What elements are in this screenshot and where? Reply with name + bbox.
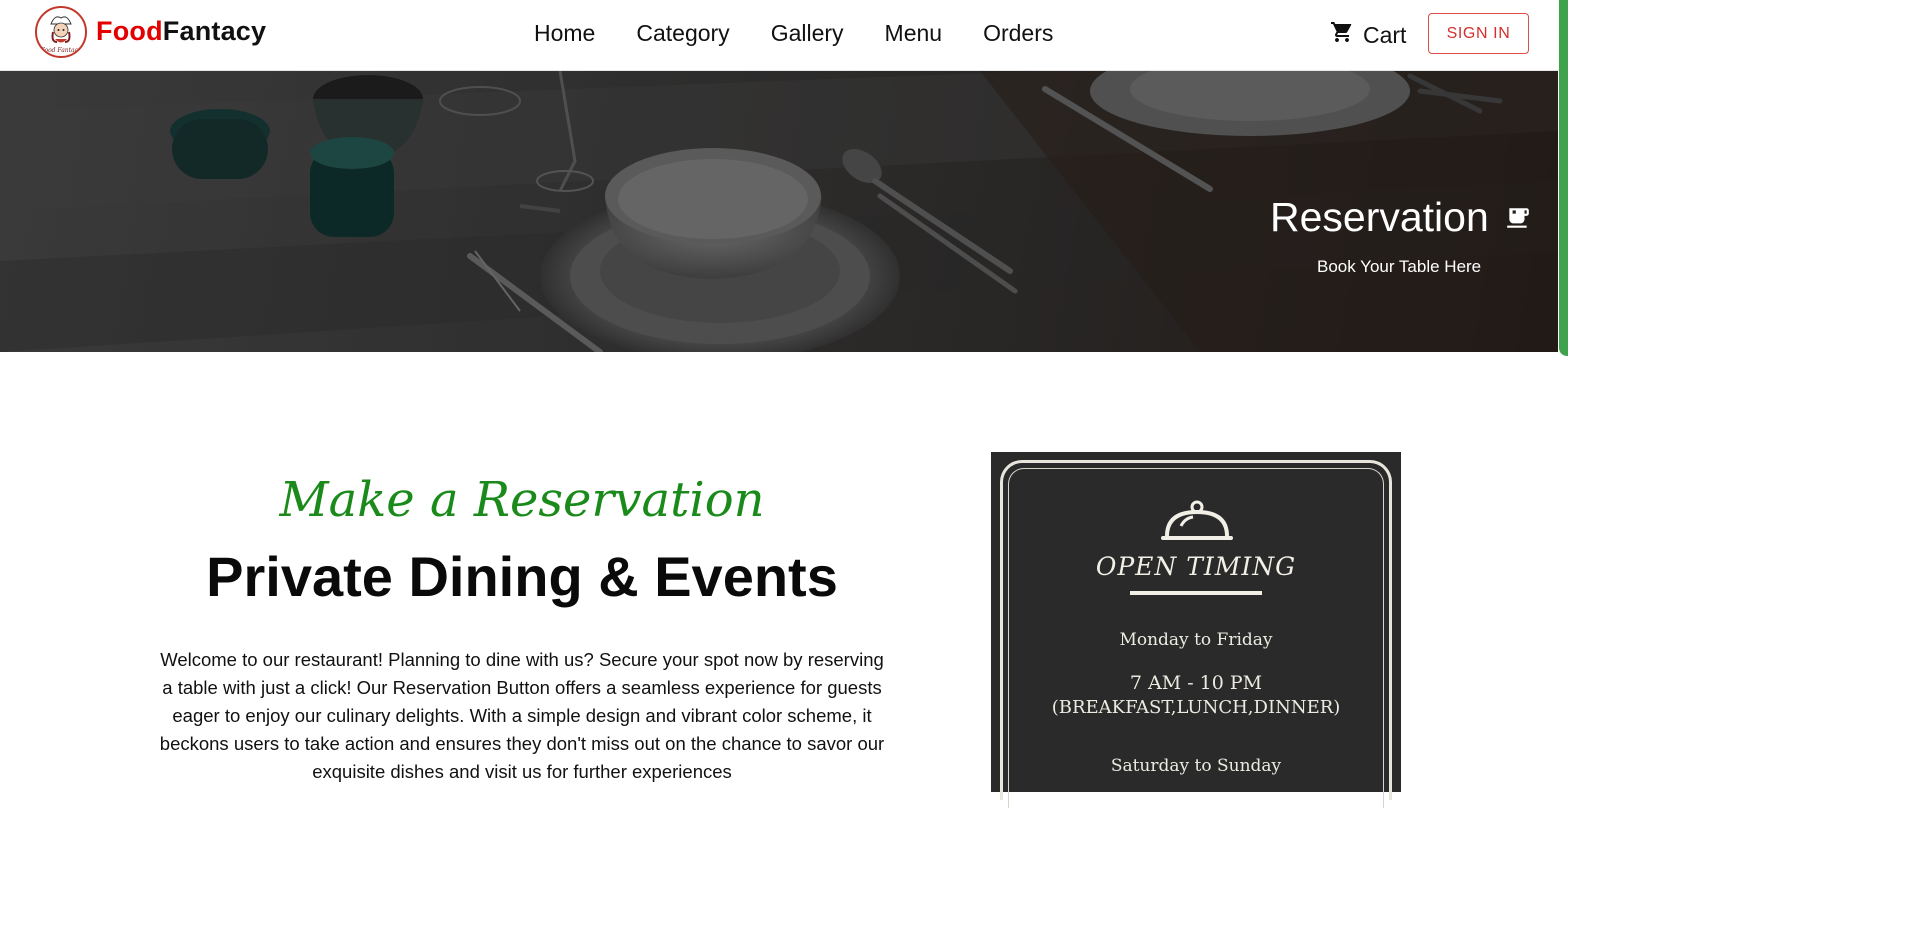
scrollbar-accent[interactable] (1559, 0, 1568, 356)
nav-links: Home Category Gallery Menu Orders (534, 20, 1053, 47)
weekday-label: Monday to Friday (1119, 630, 1273, 650)
brand-name[interactable]: FoodFantacy (96, 16, 266, 47)
hero-banner: Reservation Book Your Table Here (0, 71, 1558, 352)
cart-link[interactable]: Cart (1329, 20, 1406, 50)
weekday-hours: 7 AM - 10 PM (1129, 672, 1263, 694)
nav-category[interactable]: Category (636, 20, 729, 47)
sign-in-button[interactable]: SIGN IN (1428, 13, 1529, 54)
hero-title-text: Reservation (1270, 194, 1489, 240)
coffee-cup-icon (1505, 194, 1531, 241)
hero-title: Reservation (1270, 194, 1531, 241)
logo-icon[interactable]: Food Fantacy (35, 6, 87, 58)
private-dining-heading: Private Dining & Events (206, 545, 838, 608)
logo-text: Food Fantacy (40, 47, 82, 54)
welcome-paragraph: Welcome to our restaurant! Planning to d… (159, 649, 885, 782)
nav-gallery[interactable]: Gallery (771, 20, 844, 47)
cart-label: Cart (1363, 21, 1407, 48)
weekday-meals: (BREAKFAST,LUNCH,DINNER) (1051, 697, 1341, 718)
brand-name-part2: Fantacy (162, 16, 267, 46)
nav-menu[interactable]: Menu (885, 20, 943, 47)
cloche-icon (1159, 500, 1235, 549)
open-timing-heading: OPEN TIMING (1095, 552, 1297, 581)
cart-icon (1329, 20, 1355, 50)
nav-home[interactable]: Home (534, 20, 595, 47)
nav-orders[interactable]: Orders (983, 20, 1053, 47)
heading-underline (1130, 591, 1262, 595)
brand-name-part1: Food (96, 16, 163, 46)
top-navbar: Food Fantacy FoodFantacy Home Category G… (0, 0, 1568, 71)
open-timing-card: OPEN TIMING Monday to Friday 7 AM - 10 P… (991, 452, 1401, 808)
weekend-label: Saturday to Sunday (1110, 756, 1282, 776)
make-reservation-script-title: Make a Reservation (279, 472, 765, 528)
hero-subtitle: Book Your Table Here (1317, 257, 1482, 276)
